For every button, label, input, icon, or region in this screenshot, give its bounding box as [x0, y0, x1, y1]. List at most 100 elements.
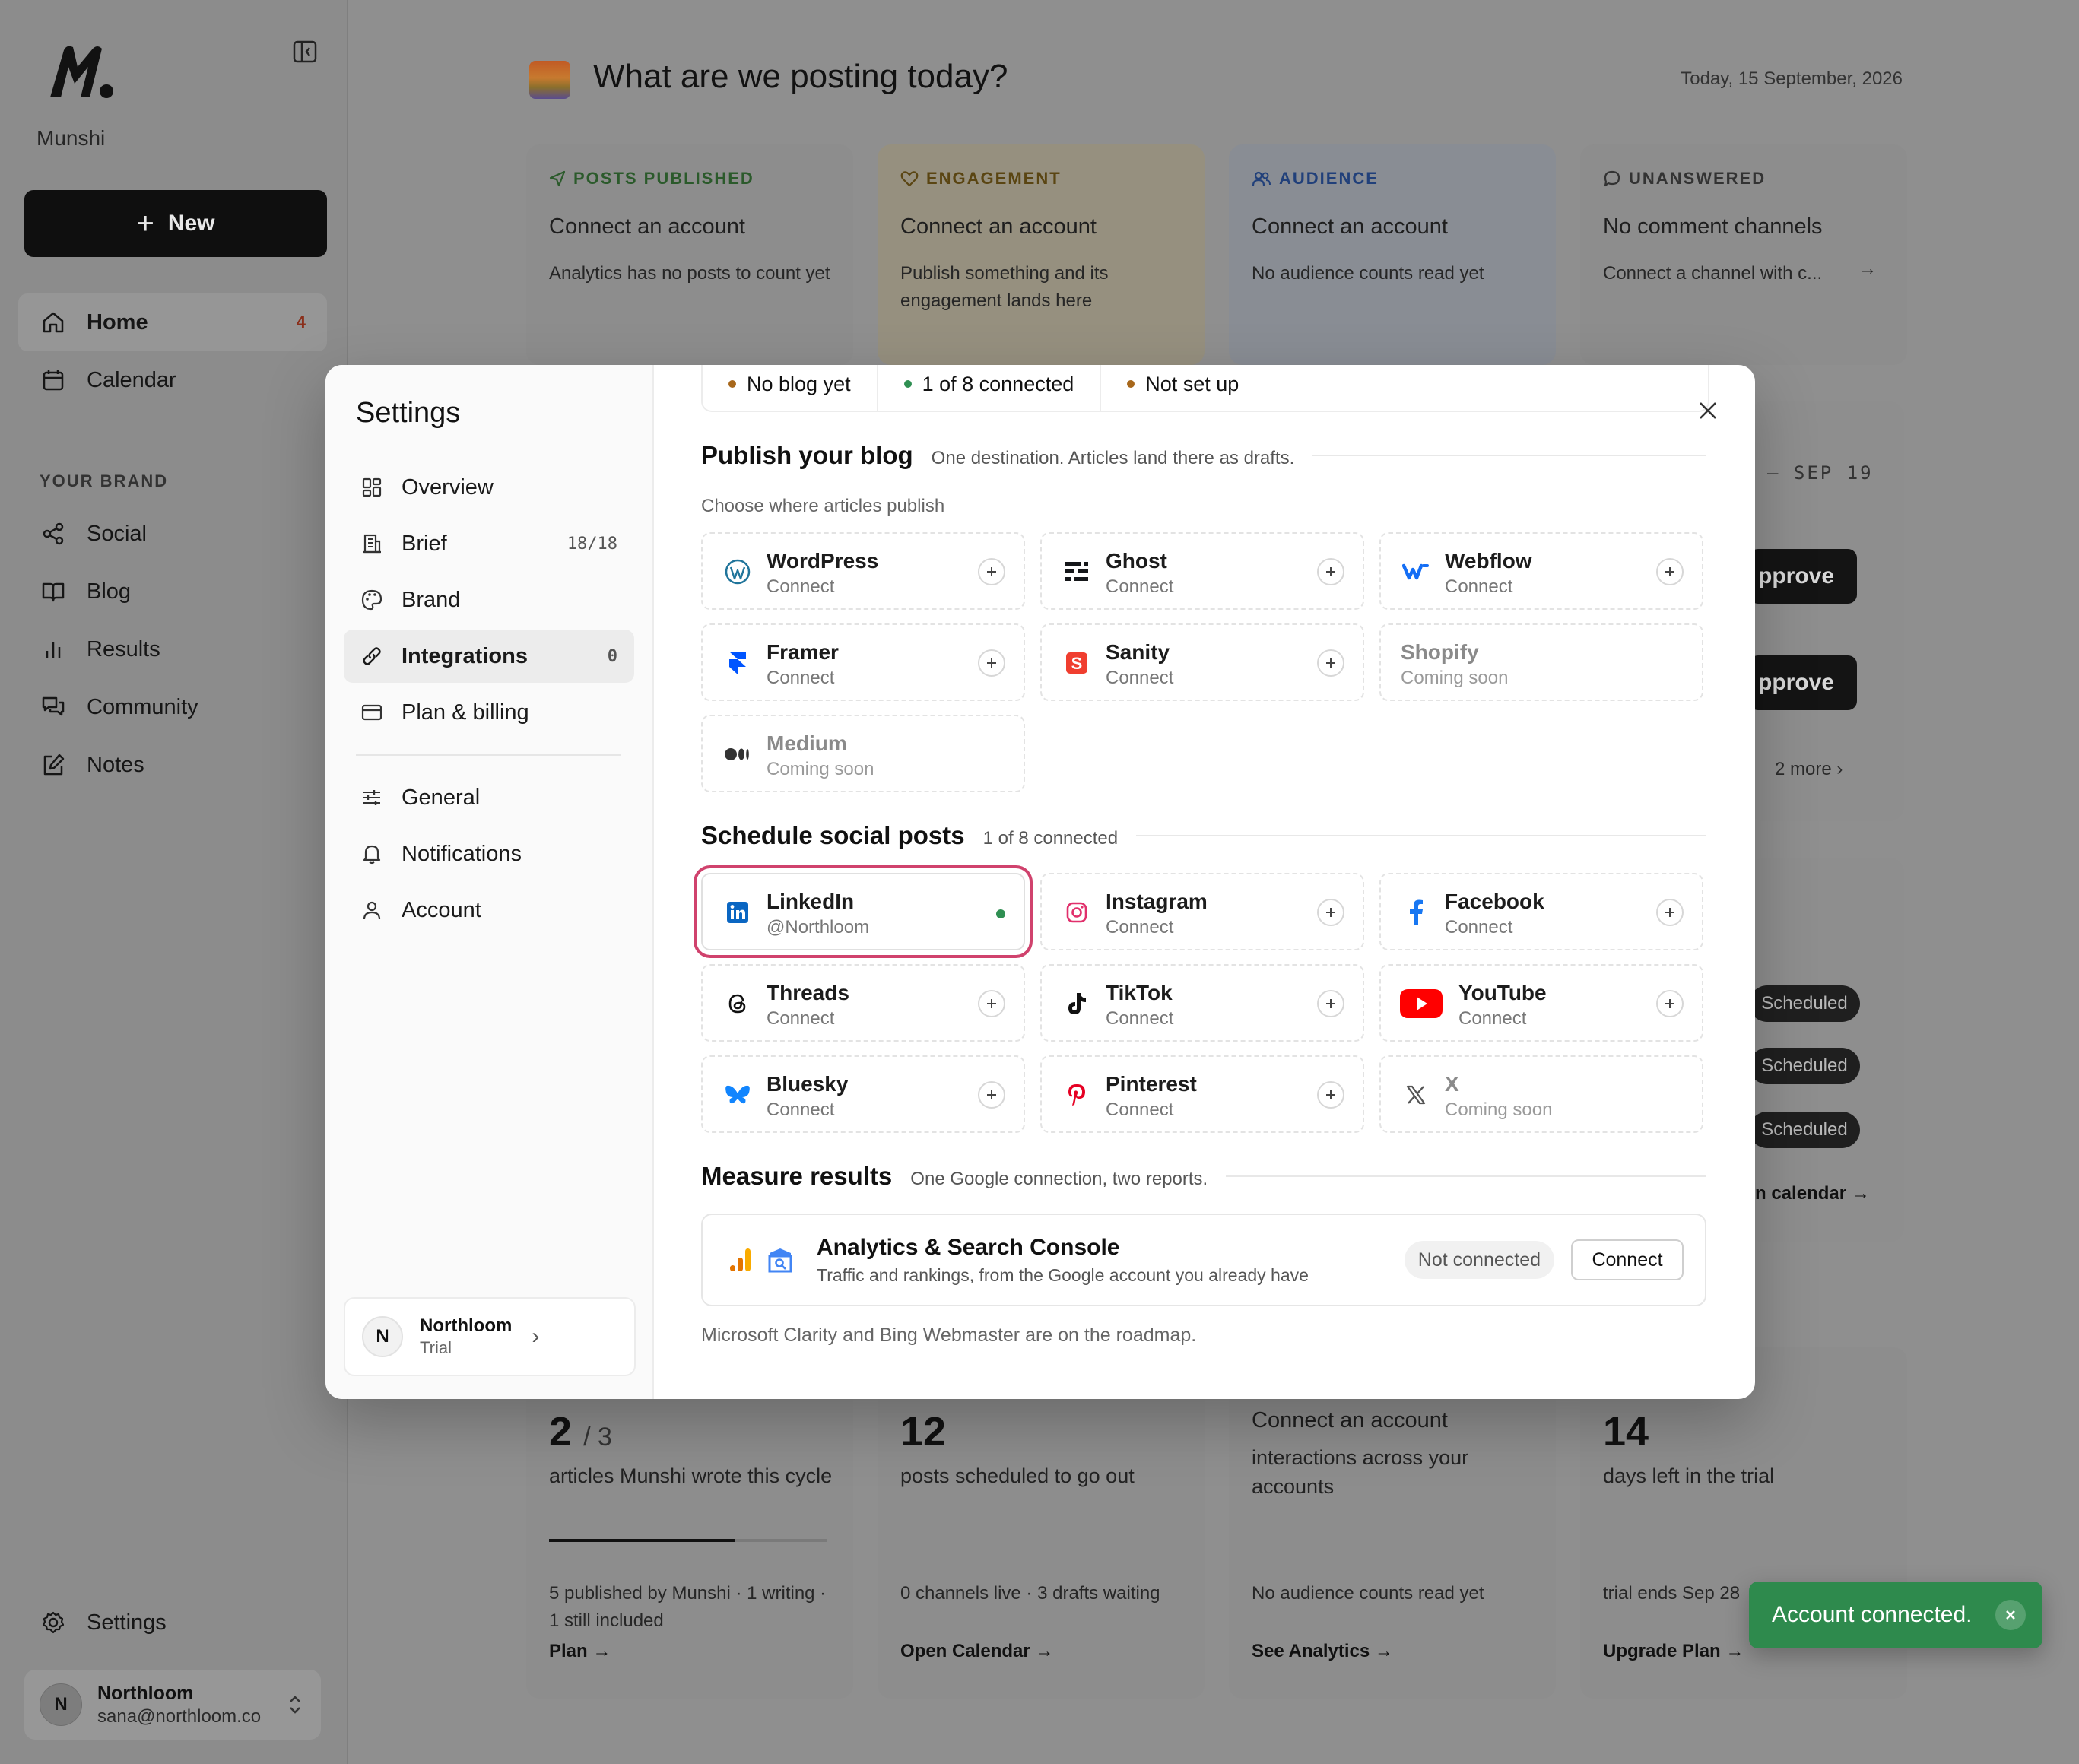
stat-card-posts-published[interactable]: POSTS PUBLISHED Connect an account Analy…: [526, 144, 853, 365]
divider: [356, 754, 621, 756]
upgrade-plan-link[interactable]: Upgrade Plan →: [1603, 1641, 1744, 1662]
workspace-switcher[interactable]: N Northloom Trial ›: [344, 1297, 636, 1376]
add-icon[interactable]: [1656, 990, 1684, 1017]
account-switcher[interactable]: N Northloom sana@northloom.co: [24, 1670, 321, 1740]
approve-button[interactable]: pprove: [1749, 549, 1857, 604]
close-icon[interactable]: [1693, 395, 1723, 426]
add-icon[interactable]: [1317, 899, 1344, 926]
stat-card-interactions[interactable]: Connect an account interactions across y…: [1229, 1347, 1556, 1699]
integration-tile-wordpress[interactable]: WordPress Connect: [701, 532, 1025, 610]
sidebar-item-label: Home: [87, 309, 148, 335]
tile-name: Bluesky: [767, 1072, 849, 1096]
integration-tile-pinterest[interactable]: Pinterest Connect: [1040, 1055, 1364, 1133]
tile-name: Facebook: [1445, 890, 1544, 913]
settings-item-brand[interactable]: Brand: [344, 573, 634, 627]
chevron-right-icon: ›: [532, 1324, 540, 1349]
tile-sub: Connect: [767, 576, 835, 597]
sidebar-item-calendar[interactable]: Calendar: [18, 351, 327, 409]
connect-google-button[interactable]: Connect: [1571, 1239, 1684, 1280]
tile-name: TikTok: [1106, 981, 1173, 1004]
open-calendar-link[interactable]: Open Calendar →: [900, 1641, 1053, 1662]
wordpress-icon: [722, 557, 753, 587]
sidebar-item-results[interactable]: Results: [18, 620, 327, 678]
settings-item-plan-billing[interactable]: Plan & billing: [344, 686, 634, 739]
blog-hint: Choose where articles publish: [701, 496, 945, 516]
google-analytics-icon: [728, 1247, 753, 1277]
stat-card-scheduled[interactable]: 12 posts scheduled to go out 0 channels …: [878, 1347, 1205, 1699]
sidebar-item-community[interactable]: Community: [18, 678, 327, 736]
home-icon: [40, 309, 67, 336]
stat-card-engagement[interactable]: ENGAGEMENT Connect an account Publish so…: [878, 144, 1205, 365]
stat-card-audience[interactable]: AUDIENCE Connect an account No audience …: [1229, 144, 1556, 365]
settings-item-account[interactable]: Account: [344, 884, 634, 937]
approve-button[interactable]: pprove: [1749, 655, 1857, 710]
add-icon[interactable]: [1317, 558, 1344, 585]
edit-note-icon: [40, 751, 67, 779]
add-icon[interactable]: [978, 558, 1005, 585]
tile-sub: Connect: [767, 668, 835, 688]
more-link[interactable]: 2 more ›: [1775, 759, 1843, 780]
integration-tile-bluesky[interactable]: Bluesky Connect: [701, 1055, 1025, 1133]
integration-tile-youtube[interactable]: YouTube Connect: [1379, 964, 1703, 1042]
bell-icon: [359, 841, 385, 867]
tile-sub: Connect: [1458, 1008, 1527, 1029]
success-toast: Account connected.: [1749, 1582, 2042, 1648]
add-icon[interactable]: [978, 990, 1005, 1017]
integration-tile-tiktok[interactable]: TikTok Connect: [1040, 964, 1364, 1042]
section-subtitle: One Google connection, two reports.: [910, 1169, 1208, 1189]
status-dot: [903, 380, 912, 388]
card-foot: 5 published by Munshi · 1 writing · 1 st…: [549, 1583, 827, 1631]
integration-tile-ghost[interactable]: Ghost Connect: [1040, 532, 1364, 610]
integration-tile-facebook[interactable]: Facebook Connect: [1379, 873, 1703, 950]
sidebar-item-home[interactable]: Home 4: [18, 293, 327, 351]
integration-tile-linkedin[interactable]: LinkedIn @Northloom: [701, 873, 1025, 950]
settings-item-notifications[interactable]: Notifications: [344, 827, 634, 880]
add-icon[interactable]: [1656, 558, 1684, 585]
collapse-sidebar-icon[interactable]: [292, 40, 318, 64]
integration-tile-framer[interactable]: Framer Connect: [701, 623, 1025, 701]
add-icon[interactable]: [1317, 990, 1344, 1017]
sidebar-item-social[interactable]: Social: [18, 505, 327, 563]
section-title: Publish your blog: [701, 441, 913, 469]
integration-tile-instagram[interactable]: Instagram Connect: [1040, 873, 1364, 950]
stat-card-unanswered[interactable]: UNANSWERED No comment channels Connect a…: [1580, 144, 1907, 365]
integration-tile-webflow[interactable]: Webflow Connect: [1379, 532, 1703, 610]
integration-tile-sanity[interactable]: S Sanity Connect: [1040, 623, 1364, 701]
integration-tile-threads[interactable]: Threads Connect: [701, 964, 1025, 1042]
workspace-name: Northloom: [420, 1315, 513, 1336]
add-icon[interactable]: [1656, 899, 1684, 926]
add-icon[interactable]: [1317, 649, 1344, 677]
open-calendar-link[interactable]: n calendar →: [1755, 1183, 1870, 1204]
settings-item-label: Brief: [402, 531, 447, 556]
big-number: 14: [1603, 1409, 1649, 1455]
articles-count: 2 / 3: [549, 1408, 612, 1455]
tile-name: Ghost: [1106, 549, 1167, 573]
sidebar-item-settings[interactable]: Settings: [18, 1594, 327, 1651]
settings-item-overview[interactable]: Overview: [344, 461, 634, 514]
sidebar-item-blog[interactable]: Blog: [18, 563, 327, 620]
stat-label: UNANSWERED: [1603, 169, 1766, 189]
tile-sub: Connect: [1445, 576, 1513, 597]
add-icon[interactable]: [978, 649, 1005, 677]
date-range: – SEP 19: [1767, 462, 1874, 484]
new-button[interactable]: + New: [24, 190, 327, 257]
settings-item-integrations[interactable]: Integrations 0: [344, 630, 634, 683]
tile-sub: Connect: [1106, 1099, 1174, 1120]
stat-card-articles[interactable]: 2 / 3 articles Munshi wrote this cycle 5…: [526, 1347, 853, 1699]
stat-label: ENGAGEMENT: [900, 169, 1062, 189]
plan-link[interactable]: Plan →: [549, 1641, 611, 1662]
analytics-card-sub: Traffic and rankings, from the Google ac…: [817, 1265, 1309, 1285]
stat-label: AUDIENCE: [1252, 169, 1379, 189]
sidebar-item-label: Results: [87, 636, 160, 662]
add-icon[interactable]: [1317, 1081, 1344, 1109]
tile-name: X: [1445, 1072, 1459, 1096]
add-icon[interactable]: [978, 1081, 1005, 1109]
close-icon[interactable]: [1995, 1600, 2026, 1630]
toast-message: Account connected.: [1772, 1602, 1973, 1627]
instagram-icon: [1062, 897, 1092, 928]
arrow-right-icon[interactable]: →: [1858, 259, 1877, 280]
settings-item-brief[interactable]: Brief 18/18: [344, 517, 634, 570]
see-analytics-link[interactable]: See Analytics →: [1252, 1641, 1393, 1662]
settings-item-general[interactable]: General: [344, 771, 634, 824]
sidebar-item-notes[interactable]: Notes: [18, 736, 327, 794]
